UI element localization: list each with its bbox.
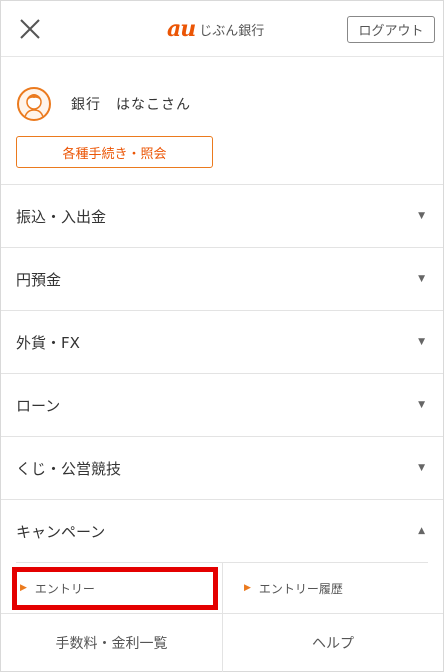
chevron-up-icon: ▲: [418, 526, 425, 536]
submenu-item-label: エントリー履歴: [258, 581, 343, 596]
fees-rates-button[interactable]: 手数料・金利一覧: [1, 614, 222, 672]
header: au じぶん銀行 ログアウト: [1, 1, 443, 57]
help-button[interactable]: ヘルプ: [222, 614, 443, 672]
menu-item-yen-deposit[interactable]: 円預金 ▼: [1, 247, 443, 310]
brand-name: じぶん銀行: [199, 23, 265, 39]
triangle-right-icon: ▶: [20, 583, 27, 593]
user-name: 銀行 はなこさん: [71, 97, 191, 113]
chevron-down-icon: ▼: [418, 211, 425, 221]
main-menu: 振込・入出金 ▼ 円預金 ▼ 外貨・FX ▼ ローン ▼ くじ・公営競技 ▼ キ…: [1, 184, 443, 562]
menu-item-foreign-currency-fx[interactable]: 外貨・FX ▼: [1, 310, 443, 373]
chevron-down-icon: ▼: [418, 274, 425, 284]
menu-item-label: キャンペーン: [16, 522, 106, 541]
menu-screen: au じぶん銀行 ログアウト 銀行 はなこさん 各種手続き・照会 振込・入出金 …: [0, 0, 444, 672]
menu-item-loan[interactable]: ローン ▼: [1, 373, 443, 436]
procedures-inquiry-button[interactable]: 各種手続き・照会: [16, 136, 213, 168]
chevron-down-icon: ▼: [418, 337, 425, 347]
menu-item-label: 振込・入出金: [16, 207, 107, 226]
menu-item-label: ローン: [16, 396, 61, 415]
menu-item-label: 外貨・FX: [16, 333, 80, 352]
footer: 手数料・金利一覧 ヘルプ: [1, 613, 443, 672]
menu-item-label: 円預金: [16, 270, 62, 289]
close-icon[interactable]: [15, 14, 45, 44]
submenu-item-entry[interactable]: ▶ エントリー: [1, 562, 222, 614]
menu-item-transfer[interactable]: 振込・入出金 ▼: [1, 184, 443, 247]
menu-item-lottery-public-racing[interactable]: くじ・公営競技 ▼: [1, 436, 443, 499]
user-avatar-icon: [17, 87, 51, 121]
triangle-right-icon: ▶: [244, 583, 251, 593]
logout-button[interactable]: ログアウト: [347, 16, 435, 43]
chevron-down-icon: ▼: [418, 463, 425, 473]
chevron-down-icon: ▼: [418, 400, 425, 410]
brand-mark: au: [167, 16, 196, 42]
menu-item-campaign[interactable]: キャンペーン ▲: [1, 499, 443, 562]
user-info: 銀行 はなこさん: [17, 87, 191, 121]
menu-item-label: くじ・公営競技: [16, 459, 122, 478]
campaign-submenu: ▶ エントリー ▶ エントリー履歴: [1, 562, 443, 614]
brand-logo: au じぶん銀行: [167, 15, 264, 43]
submenu-item-entry-history[interactable]: ▶ エントリー履歴: [222, 562, 443, 614]
submenu-item-label: エントリー: [34, 581, 95, 596]
